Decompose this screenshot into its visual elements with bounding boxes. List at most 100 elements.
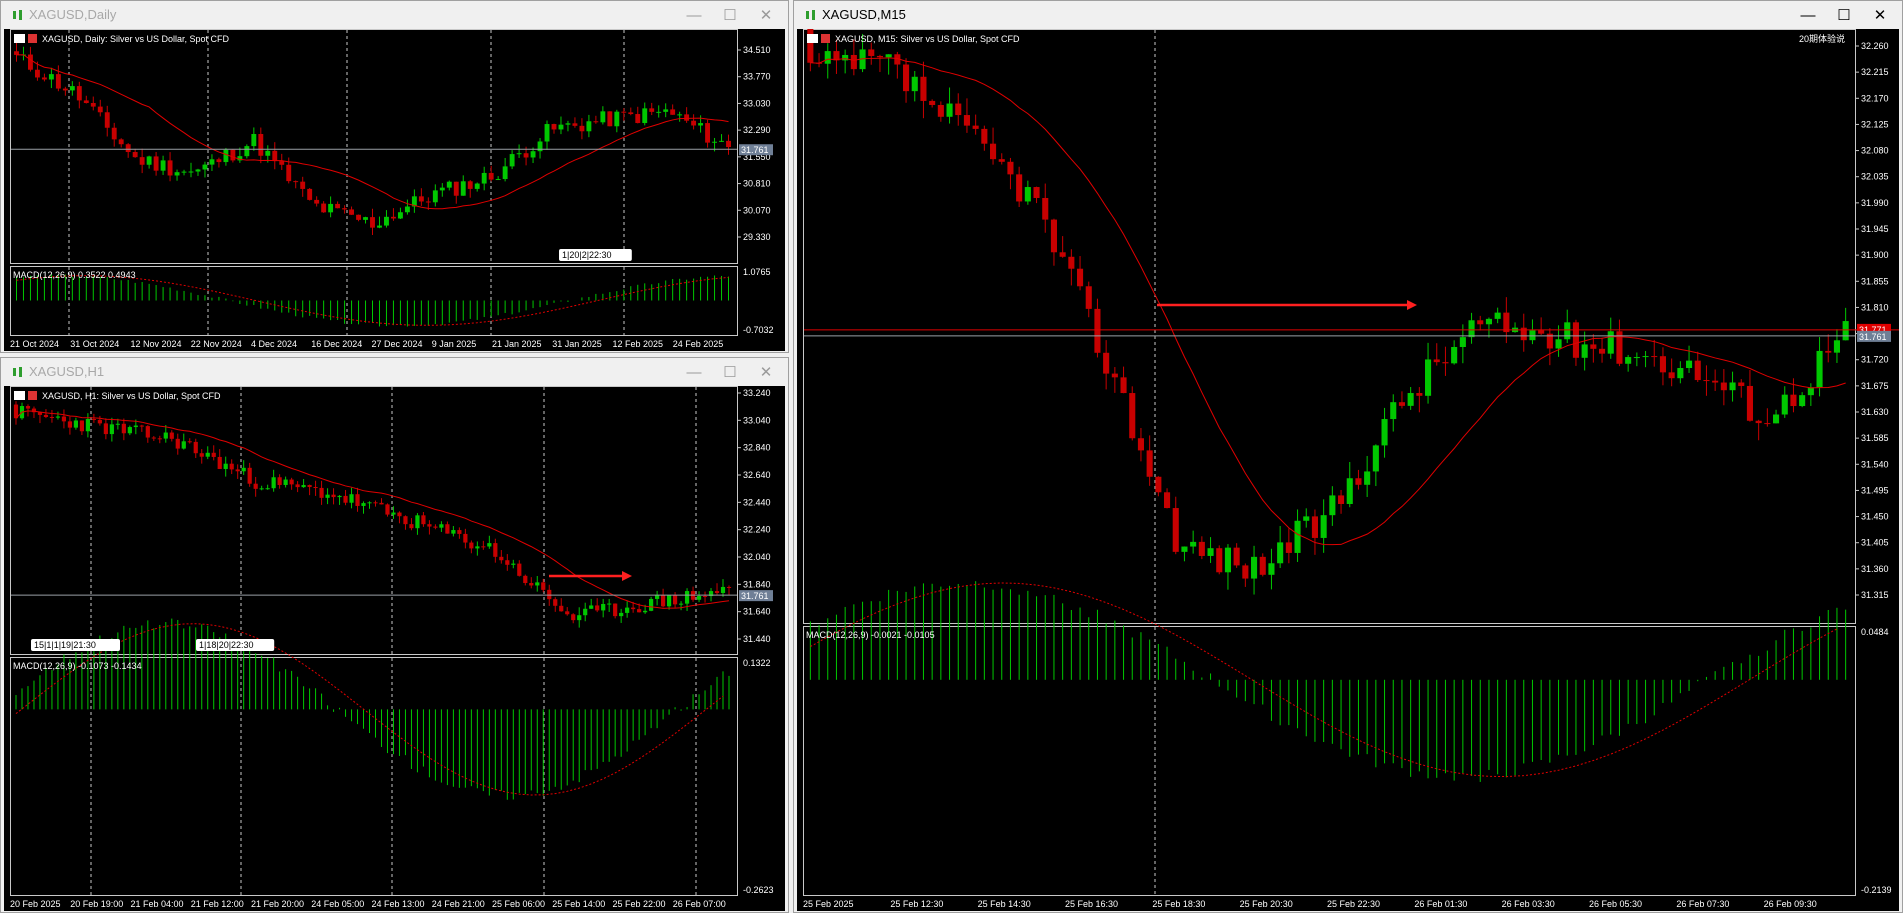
- candle-body: [1459, 337, 1466, 347]
- candle-body: [600, 111, 606, 123]
- candle-body: [684, 591, 690, 604]
- candle-body: [1729, 382, 1736, 391]
- chart-svg[interactable]: 34.51033.77033.03032.29031.55030.81030.0…: [4, 29, 785, 351]
- candle-body: [73, 420, 79, 428]
- candle-body: [188, 171, 194, 173]
- macd-axis-label: -0.7032: [743, 325, 774, 335]
- maximize-button[interactable]: ☐: [712, 4, 748, 26]
- chart-svg[interactable]: 32.260 32.215 32.170 32.125 32.080 32.035 31.9…: [797, 29, 1899, 911]
- minimize-button[interactable]: —: [1790, 4, 1826, 26]
- time-axis-label: 25 Feb 18:30: [1152, 899, 1205, 909]
- timer-label: 1|18|20|22:30: [199, 640, 254, 650]
- price-axis-label: 31.640: [743, 607, 771, 617]
- price-axis-label: 31.540: [1861, 459, 1889, 469]
- candle-body: [385, 504, 390, 515]
- close-button[interactable]: ✕: [748, 4, 784, 26]
- candle-body: [295, 484, 300, 488]
- time-axis-label: 25 Feb 06:00: [492, 899, 545, 909]
- candle-body: [1398, 402, 1405, 406]
- candle-body: [719, 140, 724, 142]
- time-axis-label: 25 Feb 22:30: [1327, 899, 1380, 909]
- candle-body: [283, 479, 288, 485]
- candle-body: [367, 502, 372, 504]
- time-axis-label: 26 Feb 01:30: [1414, 899, 1467, 909]
- maximize-button[interactable]: ☐: [712, 361, 748, 383]
- candle-body: [1451, 346, 1458, 364]
- candle-body: [1625, 357, 1632, 364]
- close-button[interactable]: ✕: [748, 361, 784, 383]
- time-axis-label: 21 Feb 12:00: [191, 899, 244, 909]
- candle-body: [589, 605, 594, 609]
- macd-axis-label: 1.0765: [743, 267, 771, 277]
- candle-body: [355, 494, 360, 506]
- flag-icon: [14, 34, 25, 43]
- price-axis-label: 31.900: [1861, 250, 1889, 260]
- minimize-button[interactable]: —: [676, 4, 712, 26]
- price-axis-label: 32.640: [743, 470, 771, 480]
- trade-icon: [28, 34, 37, 43]
- window-titlebar[interactable]: XAGUSD,M15 — ☐ ✕: [794, 1, 1902, 29]
- trade-icon: [821, 34, 830, 43]
- candle-body: [49, 416, 55, 418]
- candle-body: [244, 146, 250, 157]
- window-m15[interactable]: XAGUSD,M15 — ☐ ✕ 32.260 32.215 32.170 32.12…: [793, 0, 1903, 913]
- candle-body: [211, 452, 216, 457]
- candle-body: [702, 596, 708, 598]
- time-axis-label: 25 Feb 20:30: [1240, 899, 1293, 909]
- chart-svg[interactable]: 33.240 33.040 32.840 32.640 32.440 32.240 32.0…: [4, 386, 785, 911]
- candle-body: [457, 530, 462, 534]
- chart-window-icon: [806, 10, 815, 20]
- window-title: XAGUSD,M15: [822, 7, 906, 22]
- price-axis-label: 31.585: [1861, 433, 1889, 443]
- candle-body: [216, 159, 222, 163]
- maximize-button[interactable]: ☐: [1826, 4, 1862, 26]
- candle-body: [488, 172, 494, 180]
- window-daily[interactable]: XAGUSD,Daily — ☐ ✕ 34.510 33.770 33.030 32.…: [0, 0, 789, 353]
- macd-axis-label: 0.1322: [743, 658, 771, 668]
- candle-body: [205, 452, 210, 457]
- candle-body: [247, 467, 252, 484]
- chart-area[interactable]: 32.260 32.215 32.170 32.125 32.080 32.035 31.9…: [797, 29, 1899, 911]
- window-h1[interactable]: XAGUSD,H1 — ☐ ✕ 33.240 33.040 32.840 32.640…: [0, 357, 789, 913]
- chart-area[interactable]: 34.510 33.770 33.030 32.290 31.550 30.810 30.0…: [4, 29, 785, 351]
- candle-body: [1224, 547, 1231, 573]
- candle-body: [1338, 495, 1345, 504]
- candle-body: [1790, 394, 1797, 407]
- price-axis-label: 33.040: [743, 415, 771, 425]
- candle-body: [223, 149, 229, 163]
- price-axis-label: 31.810: [1861, 302, 1889, 312]
- candle-body: [1190, 541, 1197, 547]
- minimize-button[interactable]: —: [676, 361, 712, 383]
- window-titlebar[interactable]: XAGUSD,Daily — ☐ ✕: [1, 1, 788, 29]
- candle-body: [481, 172, 487, 184]
- candle-body: [1781, 394, 1788, 415]
- candle-body: [289, 479, 294, 485]
- candle-body: [586, 121, 592, 132]
- candle-body: [1494, 312, 1501, 319]
- price-axis-label: 32.840: [743, 443, 771, 453]
- candle-body: [187, 441, 192, 443]
- macd-axis-label: 0.0484: [1861, 627, 1889, 637]
- candle-body: [397, 212, 403, 219]
- price-axis-label: 34.510: [743, 45, 771, 55]
- candle-body: [1103, 352, 1110, 374]
- close-button[interactable]: ✕: [1862, 4, 1898, 26]
- candle-body: [118, 139, 124, 145]
- candle-body: [337, 495, 342, 498]
- trade-icon: [28, 391, 37, 400]
- candle-body: [625, 607, 630, 613]
- candle-body: [929, 100, 936, 105]
- candle-body: [1129, 393, 1136, 439]
- candle-body: [453, 181, 459, 196]
- chart-header: XAGUSD, Daily: Silver vs US Dollar, Spot…: [42, 34, 230, 44]
- price-axis-label: 32.125: [1861, 119, 1889, 129]
- candle-body: [230, 149, 236, 161]
- window-titlebar[interactable]: XAGUSD,H1 — ☐ ✕: [1, 358, 788, 386]
- candle-body: [593, 121, 599, 123]
- price-axis-label: 31.675: [1861, 381, 1889, 391]
- candle-body: [1816, 350, 1823, 388]
- candle-body: [1503, 312, 1510, 333]
- macd-label: MACD(12,26,9) -0.0021 -0.0105: [806, 630, 935, 640]
- candle-body: [446, 181, 452, 188]
- chart-area[interactable]: 33.240 33.040 32.840 32.640 32.440 32.240 32.0…: [4, 386, 785, 911]
